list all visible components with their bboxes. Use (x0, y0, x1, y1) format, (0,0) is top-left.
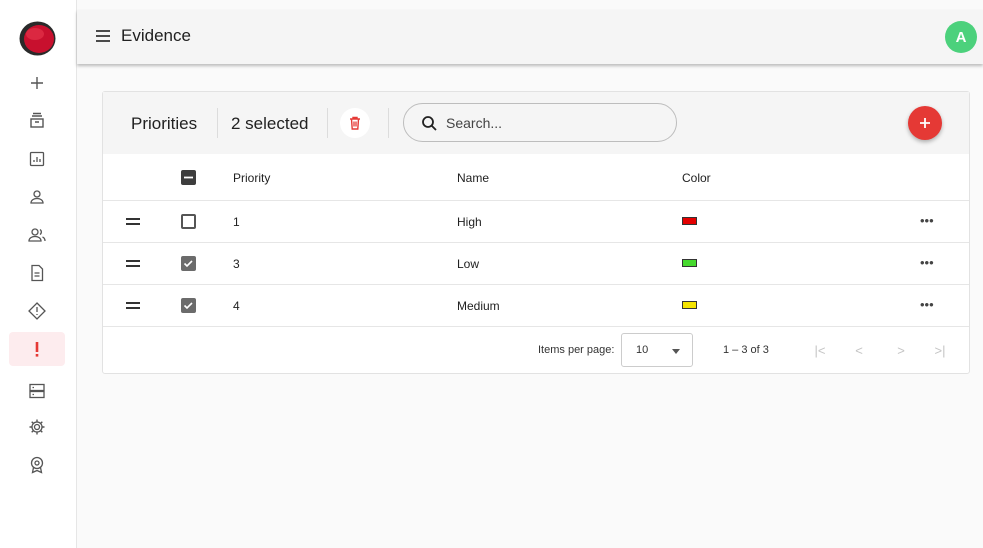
table-title: Priorities (131, 114, 198, 133)
first-page-icon: |< (814, 342, 826, 358)
page-title: Evidence (121, 26, 191, 45)
row-checkbox[interactable] (181, 214, 196, 229)
page-size-value: 10 (636, 344, 649, 356)
server-icon (29, 383, 45, 399)
badge-icon (30, 456, 44, 474)
search-input[interactable] (446, 113, 666, 133)
report-nav-item[interactable] (9, 142, 65, 176)
delete-button[interactable] (340, 108, 370, 138)
row-checkbox[interactable] (181, 256, 196, 271)
side-nav (0, 0, 77, 548)
column-header-priority[interactable]: Priority (233, 171, 270, 185)
selection-count: 2 selected (231, 114, 309, 133)
archive-nav-item[interactable] (9, 104, 65, 138)
range-label: 1 – 3 of 3 (723, 344, 769, 356)
archive-icon (30, 112, 44, 128)
trash-icon (350, 116, 360, 130)
plus-icon (920, 118, 930, 128)
chevron-left-icon: < (855, 342, 863, 358)
first-page-button[interactable]: |< (809, 339, 831, 361)
name-cell: High (457, 215, 482, 229)
more-actions-button[interactable]: ••• (920, 255, 934, 270)
next-page-button[interactable]: > (890, 339, 912, 361)
settings-icon (29, 419, 45, 435)
table-row[interactable]: 4 Medium ••• (103, 285, 969, 327)
add-icon (31, 77, 43, 89)
name-cell: Medium (457, 299, 500, 313)
select-all-checkbox[interactable] (181, 170, 196, 185)
drag-handle-icon[interactable] (126, 260, 140, 267)
paginator: Items per page: 10 1 – 3 of 3 |< < > >| (103, 327, 969, 373)
last-page-button[interactable]: >| (929, 339, 951, 361)
diamond-icon (28, 302, 46, 320)
table-header: Priority Name Color (103, 154, 969, 201)
search-box (403, 103, 677, 142)
document-nav-item[interactable] (9, 256, 65, 290)
more-actions-button[interactable]: ••• (920, 213, 934, 228)
priority-cell: 4 (233, 299, 240, 313)
color-swatch (682, 217, 697, 225)
check-icon (183, 302, 193, 310)
last-page-icon: >| (934, 342, 946, 358)
app-logo[interactable] (18, 20, 57, 57)
priorities-nav-item[interactable] (9, 332, 65, 366)
top-bar: Evidence A (77, 10, 983, 64)
divider (327, 108, 328, 138)
chevron-right-icon: > (897, 342, 905, 358)
row-checkbox[interactable] (181, 298, 196, 313)
dropdown-arrow-icon (672, 349, 680, 354)
divider (388, 108, 389, 138)
drag-handle-icon[interactable] (126, 302, 140, 309)
menu-icon (96, 30, 110, 42)
menu-button[interactable] (94, 27, 112, 45)
divider (217, 108, 218, 138)
server-nav-item[interactable] (9, 374, 65, 408)
color-swatch (682, 259, 697, 267)
diamond-nav-item[interactable] (9, 294, 65, 328)
color-swatch (682, 301, 697, 309)
settings-nav-item[interactable] (9, 410, 65, 444)
table-toolbar: Priorities 2 selected (103, 92, 969, 154)
users-nav-item[interactable] (9, 218, 65, 252)
name-cell: Low (457, 257, 480, 271)
table-row[interactable]: 3 Low ••• (103, 243, 969, 285)
user-nav-item[interactable] (9, 180, 65, 214)
search-icon (422, 116, 437, 131)
priority-cell: 3 (233, 257, 240, 271)
check-icon (183, 260, 193, 268)
priorities-card: Priorities 2 selected Priority Name Colo… (102, 91, 970, 374)
indeterminate-icon (184, 176, 193, 179)
previous-page-button[interactable]: < (848, 339, 870, 361)
badge-nav-item[interactable] (9, 448, 65, 482)
add-priority-button[interactable] (908, 106, 942, 140)
priority-icon (35, 342, 39, 357)
more-actions-button[interactable]: ••• (920, 297, 934, 312)
priority-cell: 1 (233, 215, 240, 229)
report-icon (29, 151, 45, 167)
column-header-name[interactable]: Name (457, 171, 489, 185)
column-header-color[interactable]: Color (682, 171, 711, 185)
user-icon (30, 190, 44, 204)
user-avatar[interactable]: A (945, 21, 977, 53)
page-size-select[interactable]: 10 (621, 333, 693, 367)
drag-handle-icon[interactable] (126, 218, 140, 225)
table-row[interactable]: 1 High ••• (103, 201, 969, 243)
add-nav-item[interactable] (9, 66, 65, 100)
document-icon (31, 264, 44, 282)
items-per-page-label: Items per page: (538, 344, 615, 356)
users-icon (28, 228, 46, 242)
